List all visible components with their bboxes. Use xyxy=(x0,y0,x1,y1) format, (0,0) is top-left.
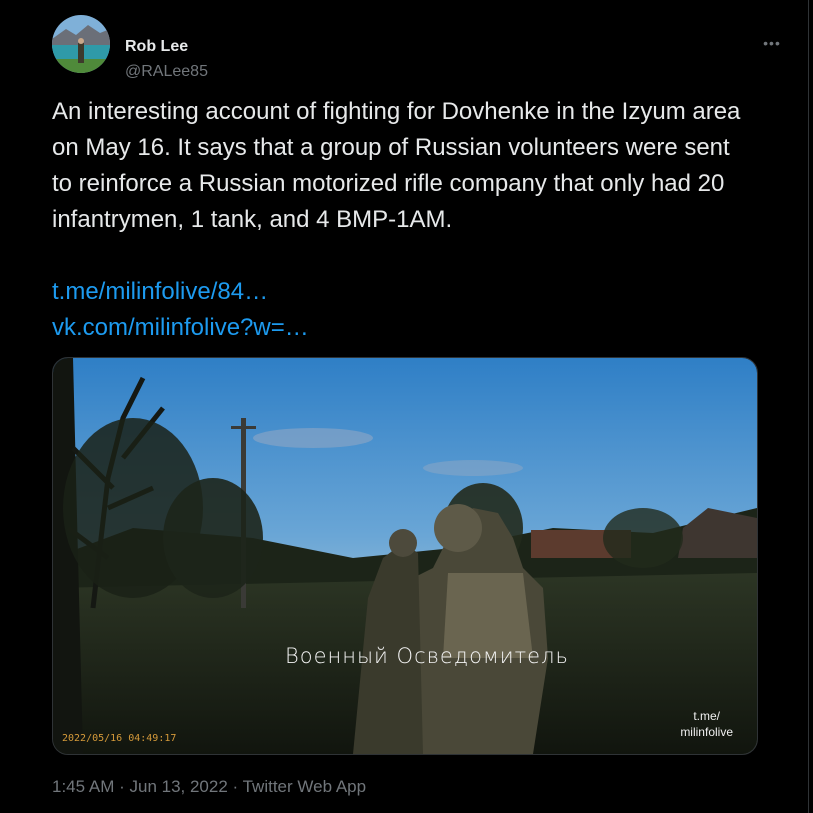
video-thumbnail[interactable]: Военный Осведомитель t.me/ milinfolive 2… xyxy=(52,357,758,755)
tweet-meta: 1:45 AM · Jun 13, 2022 · Twitter Web App xyxy=(52,777,366,797)
avatar[interactable] xyxy=(52,15,110,73)
channel-line-2: milinfolive xyxy=(680,725,733,739)
author-handle[interactable]: @RALee85 xyxy=(125,63,208,81)
channel-watermark: t.me/ milinfolive xyxy=(680,708,733,740)
tweet-source[interactable]: Twitter Web App xyxy=(243,777,366,796)
link-vk[interactable]: vk.com/milinfolive?w=… xyxy=(52,310,309,346)
link-telegram[interactable]: t.me/milinfolive/84… xyxy=(52,274,309,310)
tweet-date[interactable]: Jun 13, 2022 xyxy=(129,777,227,796)
tweet-time[interactable]: 1:45 AM xyxy=(52,777,114,796)
column-border xyxy=(808,0,809,813)
author-name[interactable]: Rob Lee xyxy=(125,38,188,56)
meta-separator: · xyxy=(114,777,130,796)
tweet-text: An interesting account of fighting for D… xyxy=(52,98,741,233)
more-horizontal-icon[interactable]: ••• xyxy=(761,33,783,53)
video-timestamp: 2022/05/16 04:49:17 xyxy=(62,733,177,744)
channel-line-1: t.me/ xyxy=(693,709,720,723)
watermark-text: Военный Осведомитель xyxy=(285,644,569,668)
meta-separator-2: · xyxy=(227,777,243,796)
video-frame-image xyxy=(53,358,757,754)
tweet-header: Rob Lee @RALee85 ••• xyxy=(52,15,793,80)
tweet-links: t.me/milinfolive/84… vk.com/milinfolive?… xyxy=(52,274,309,346)
